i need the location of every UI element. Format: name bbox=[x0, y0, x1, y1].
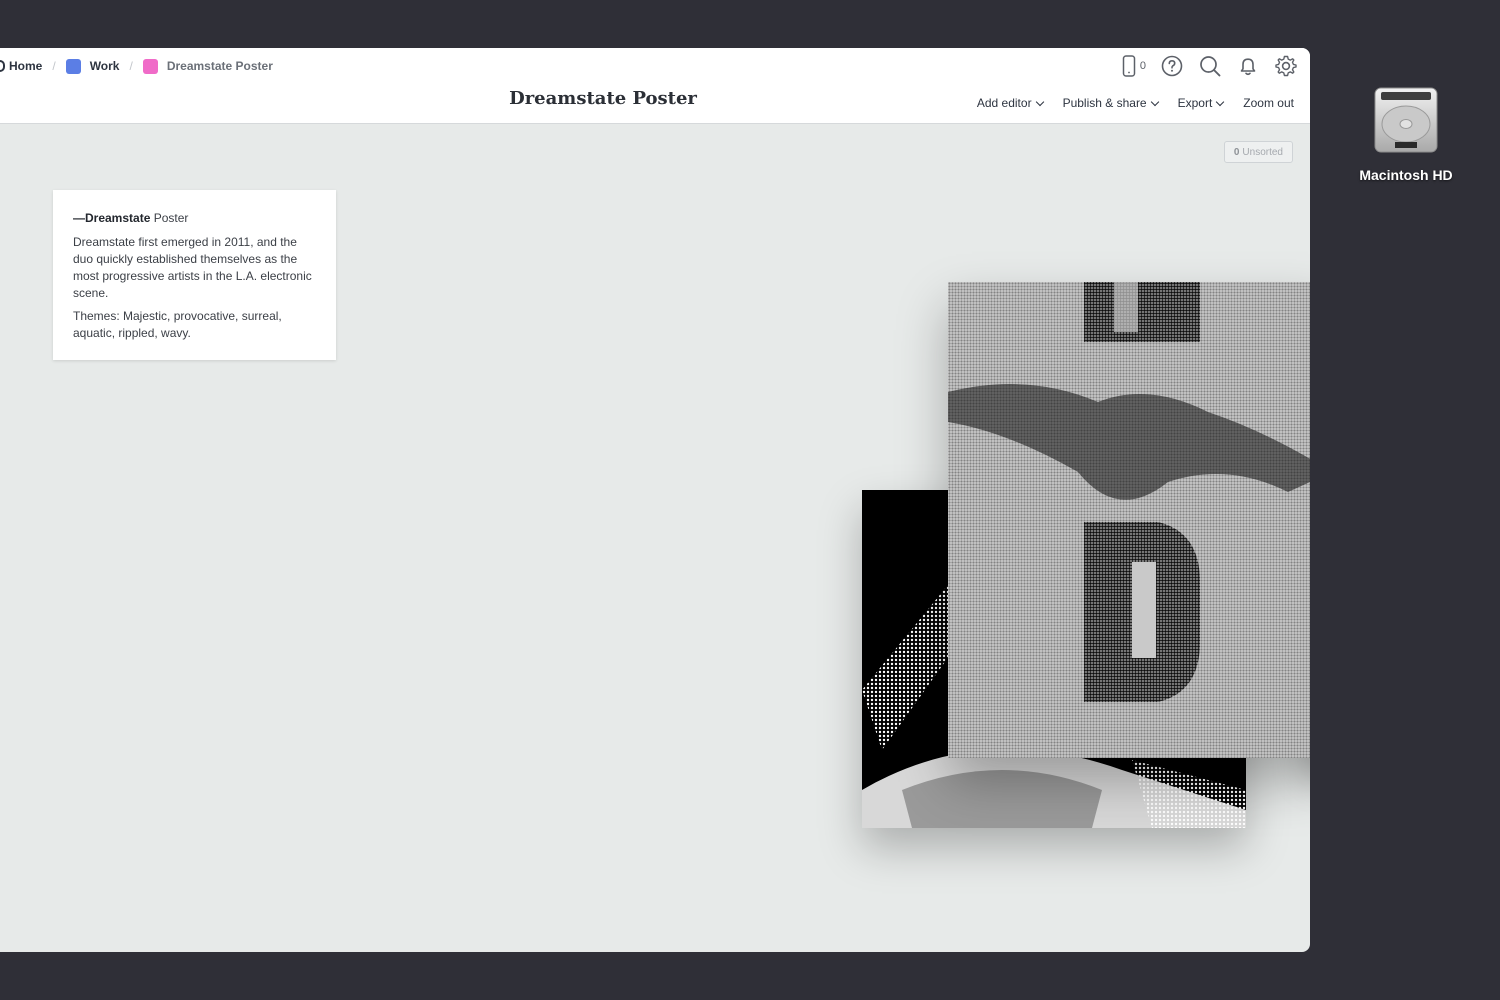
chevron-down-icon bbox=[1035, 97, 1044, 106]
device-count: 0 bbox=[1139, 60, 1146, 72]
disk-label: Macintosh HD bbox=[1359, 167, 1453, 183]
breadcrumb-home-label: Home bbox=[9, 59, 43, 73]
app-window: Home / Work / Dreamstate Poster 0 Dreams… bbox=[0, 48, 1310, 952]
unsorted-label: Unsorted bbox=[1242, 146, 1283, 158]
note-title-rest: Poster bbox=[150, 211, 189, 225]
home-icon bbox=[0, 60, 5, 72]
note-themes: Themes: Majestic, provocative, surreal, … bbox=[73, 309, 282, 340]
breadcrumb-separator: / bbox=[52, 59, 56, 73]
unsorted-button[interactable]: 0 Unsorted bbox=[1223, 141, 1293, 163]
header-menu: Add editor Publish & share Export Zoom o… bbox=[977, 96, 1294, 110]
poster-color-swatch bbox=[142, 58, 158, 74]
phone-icon bbox=[1122, 55, 1136, 77]
zoom-out-button[interactable]: Zoom out bbox=[1243, 96, 1294, 110]
zoom-out-label: Zoom out bbox=[1243, 96, 1294, 110]
device-preview-button[interactable]: 0 bbox=[1122, 55, 1146, 77]
add-editor-menu[interactable]: Add editor bbox=[976, 96, 1044, 110]
export-menu[interactable]: Export bbox=[1177, 96, 1225, 110]
breadcrumb-separator: / bbox=[129, 59, 133, 73]
breadcrumb: Home / Work / Dreamstate Poster bbox=[0, 58, 273, 74]
note-title-dash: — bbox=[73, 211, 85, 225]
publish-share-label: Publish & share bbox=[1062, 96, 1147, 110]
work-color-swatch bbox=[65, 58, 81, 74]
image-card-poster[interactable] bbox=[948, 282, 1310, 758]
note-title: —Dreamstate Poster bbox=[73, 210, 316, 227]
note-paragraph: Dreamstate first emerged in 2011, and th… bbox=[73, 235, 312, 300]
export-label: Export bbox=[1177, 96, 1213, 110]
gear-icon bbox=[1275, 55, 1297, 77]
publish-share-menu[interactable]: Publish & share bbox=[1062, 96, 1159, 110]
search-button[interactable] bbox=[1198, 54, 1222, 78]
chevron-down-icon bbox=[1216, 97, 1225, 106]
bell-icon bbox=[1240, 58, 1256, 76]
breadcrumb-current-label: Dreamstate Poster bbox=[166, 59, 273, 73]
help-icon bbox=[1161, 55, 1183, 77]
chevron-down-icon bbox=[1150, 97, 1159, 106]
note-title-bold: Dreamstate bbox=[85, 211, 151, 225]
macintosh-hd-disk[interactable]: Macintosh HD bbox=[1350, 84, 1462, 183]
help-button[interactable] bbox=[1160, 54, 1184, 78]
note-card[interactable]: —Dreamstate Poster Dreamstate first emer… bbox=[53, 190, 336, 360]
breadcrumb-work-label: Work bbox=[89, 59, 120, 73]
poster-image bbox=[948, 282, 1310, 702]
add-editor-label: Add editor bbox=[976, 96, 1032, 110]
breadcrumb-current[interactable]: Dreamstate Poster bbox=[142, 58, 273, 74]
notifications-button[interactable] bbox=[1236, 54, 1260, 78]
header-bar: Home / Work / Dreamstate Poster 0 Dreams… bbox=[0, 48, 1310, 124]
top-icons: 0 bbox=[1122, 54, 1298, 78]
breadcrumb-home[interactable]: Home bbox=[0, 59, 42, 73]
breadcrumb-work[interactable]: Work bbox=[65, 58, 120, 74]
hard-drive-icon bbox=[1374, 87, 1438, 153]
search-icon bbox=[1200, 56, 1221, 77]
settings-button[interactable] bbox=[1274, 54, 1298, 78]
unsorted-count: 0 bbox=[1233, 146, 1240, 158]
